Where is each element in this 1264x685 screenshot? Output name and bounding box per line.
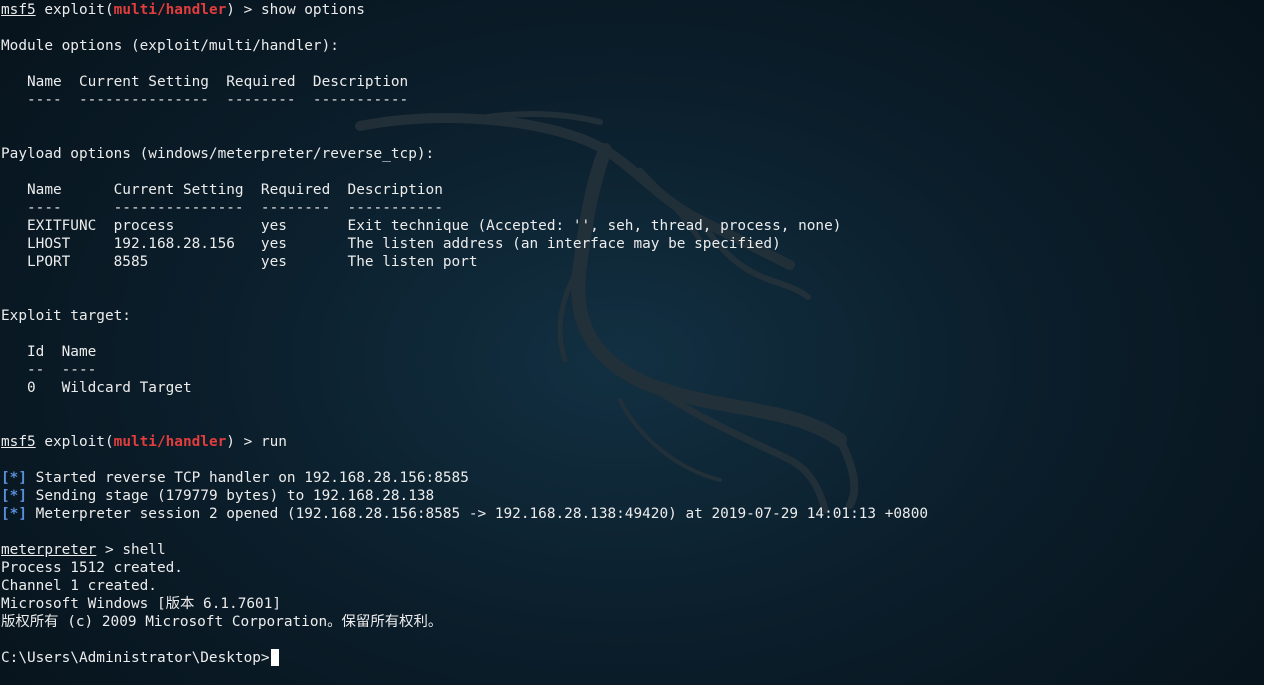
payload-option-row-lport: LPORT 8585 yes The listen port [1, 254, 478, 270]
command-text: run [260, 434, 287, 450]
module-options-heading: Module options (exploit/multi/handler): [1, 38, 339, 54]
payload-options-header-row: Name Current Setting Required Descriptio… [1, 182, 443, 198]
status-line: [*] Started reverse TCP handler on 192.1… [1, 469, 1263, 487]
meterpreter-prompt: meterpreter [1, 542, 97, 558]
exploit-label: exploit [44, 434, 105, 450]
status-text: Meterpreter session 2 opened (192.168.28… [27, 506, 929, 522]
status-line: [*] Sending stage (179779 bytes) to 192.… [1, 487, 1263, 505]
payload-option-row-exitfunc: EXITFUNC process yes Exit technique (Acc… [1, 218, 842, 234]
module-options-header-row: Name Current Setting Required Descriptio… [1, 74, 409, 90]
prompt-line-shell: meterpreter > shell [1, 542, 166, 558]
cmd-input-line[interactable]: C:\Users\Administrator\Desktop> [1, 649, 1263, 667]
status-marker: [*] [1, 506, 27, 522]
command-text: show options [260, 2, 365, 18]
msf-prompt: msf5 [1, 2, 36, 18]
shell-output-line: Process 1512 created. [1, 560, 183, 576]
status-text: Started reverse TCP handler on 192.168.2… [27, 470, 469, 486]
shell-output-line: Channel 1 created. [1, 578, 157, 594]
status-text: Sending stage (179779 bytes) to 192.168.… [27, 488, 435, 504]
cmd-prompt: C:\Users\Administrator\Desktop> [1, 650, 270, 666]
module-options-divider-row: ---- --------------- -------- ----------… [1, 92, 409, 108]
module-name: multi/handler [113, 434, 227, 450]
command-text: shell [122, 542, 166, 558]
terminal-window[interactable]: msf5 exploit(multi/handler) > show optio… [1, 1, 1263, 685]
exploit-target-heading: Exploit target: [1, 308, 131, 324]
text-cursor[interactable] [270, 649, 279, 666]
msf-prompt: msf5 [1, 434, 36, 450]
payload-options-heading: Payload options (windows/meterpreter/rev… [1, 146, 435, 162]
prompt-line-show-options: msf5 exploit(multi/handler) > show optio… [1, 2, 365, 18]
shell-output-line: Microsoft Windows [版本 6.1.7601] [1, 596, 282, 612]
exploit-target-header-row: Id Name [1, 344, 97, 360]
status-marker: [*] [1, 470, 27, 486]
exploit-target-row: 0 Wildcard Target [1, 380, 192, 396]
module-name: multi/handler [113, 2, 227, 18]
payload-option-row-lhost: LHOST 192.168.28.156 yes The listen addr… [1, 236, 781, 252]
exploit-label: exploit [44, 2, 105, 18]
status-line: [*] Meterpreter session 2 opened (192.16… [1, 505, 1263, 523]
exploit-target-divider-row: -- ---- [1, 362, 97, 378]
status-marker: [*] [1, 488, 27, 504]
shell-output-line: 版权所有 (c) 2009 Microsoft Corporation。保留所有… [1, 614, 443, 630]
prompt-line-run: msf5 exploit(multi/handler) > run [1, 434, 287, 450]
payload-options-divider-row: ---- --------------- -------- ----------… [1, 200, 443, 216]
